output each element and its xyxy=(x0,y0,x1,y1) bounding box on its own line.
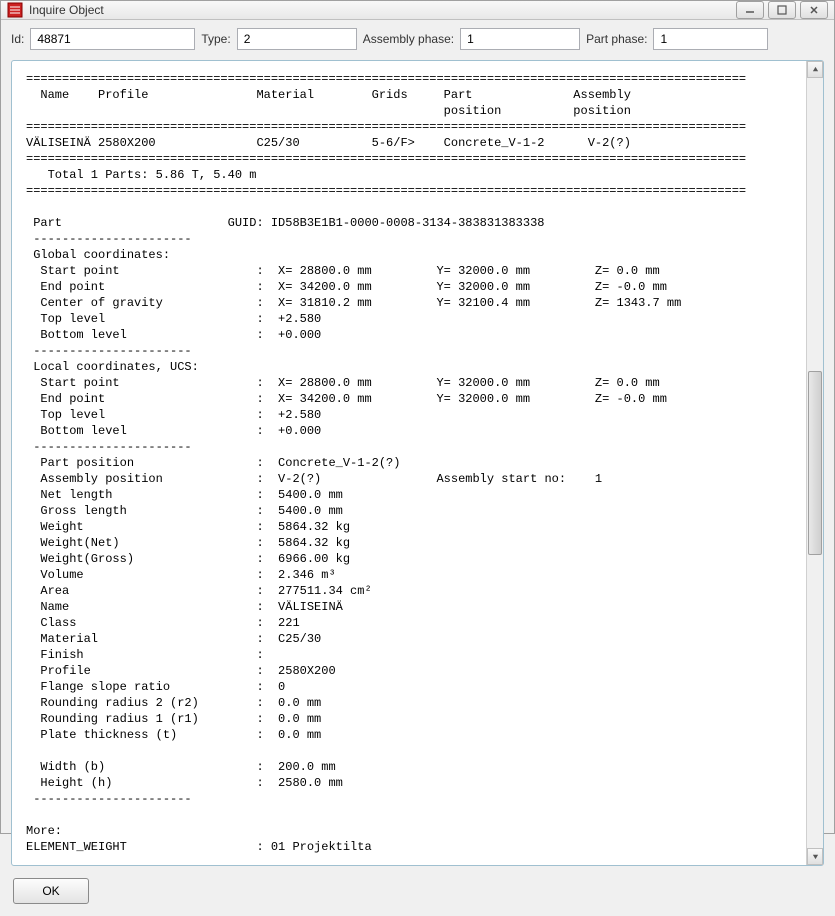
titlebar[interactable]: Inquire Object xyxy=(1,1,834,20)
scroll-track[interactable] xyxy=(807,78,823,848)
app-icon xyxy=(7,2,23,18)
vertical-scrollbar[interactable] xyxy=(806,61,823,865)
maximize-button[interactable] xyxy=(768,1,796,19)
footer: OK xyxy=(1,872,834,916)
close-button[interactable] xyxy=(800,1,828,19)
header-fields: Id: Type: Assembly phase: Part phase: xyxy=(1,20,834,54)
inquire-object-window: Inquire Object Id: Type: Assembly phase:… xyxy=(0,0,835,834)
scroll-down-button[interactable] xyxy=(807,848,823,865)
ok-button[interactable]: OK xyxy=(13,878,89,904)
assembly-phase-label: Assembly phase: xyxy=(363,32,454,46)
report-text: ========================================… xyxy=(26,71,800,855)
scroll-up-button[interactable] xyxy=(807,61,823,78)
content-area: ========================================… xyxy=(12,61,806,865)
id-input[interactable] xyxy=(30,28,195,50)
assembly-phase-input[interactable] xyxy=(460,28,580,50)
scroll-thumb[interactable] xyxy=(808,371,822,556)
window-controls xyxy=(736,1,828,19)
content-panel: ========================================… xyxy=(11,60,824,866)
part-phase-input[interactable] xyxy=(653,28,768,50)
minimize-button[interactable] xyxy=(736,1,764,19)
type-label: Type: xyxy=(201,32,230,46)
window-title: Inquire Object xyxy=(29,3,736,17)
type-input[interactable] xyxy=(237,28,357,50)
id-label: Id: xyxy=(11,32,24,46)
part-phase-label: Part phase: xyxy=(586,32,647,46)
